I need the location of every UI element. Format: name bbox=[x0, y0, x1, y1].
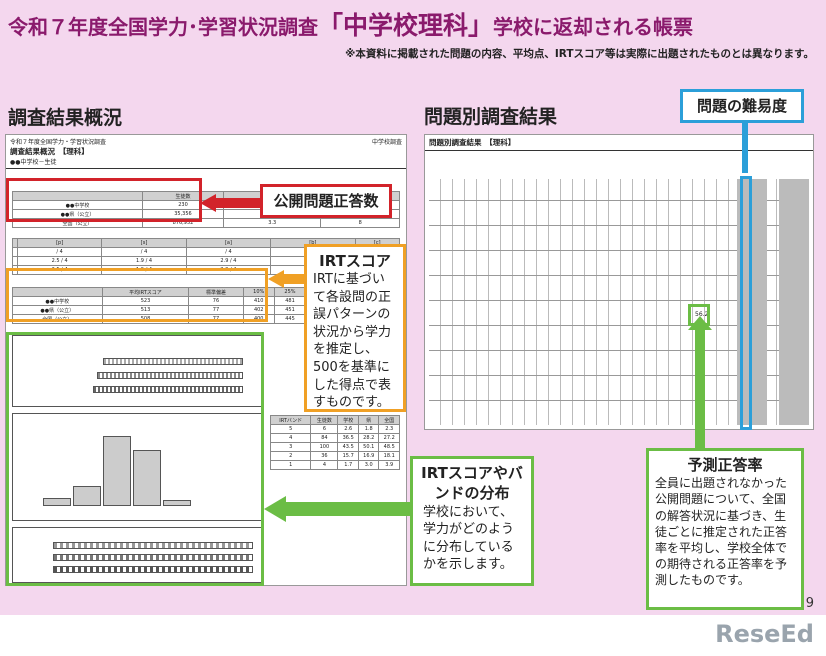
arrow-green-icon bbox=[264, 496, 286, 522]
distribution-highlight bbox=[6, 332, 264, 586]
difficulty-highlight bbox=[740, 176, 752, 430]
summary-report-header: 令和７年度全国学力・学習状況調査 中学校調査 調査結果概況 【理科】 ●●中学校… bbox=[6, 135, 406, 169]
band-table: IRTバンド 生徒数 学校県全国 5 6 2.6 1.8 2.3 4 84 36.5 28.2 27… bbox=[269, 415, 400, 470]
irt-score-highlight bbox=[6, 268, 268, 322]
page-title: 令和７年度全国学力･学習状況調査「中学校理科」学校に返却される帳票 bbox=[8, 11, 694, 40]
distribution-callout: IRTスコアやバンドの分布 学校において、学力がどのように分布しているかを示しま… bbox=[410, 456, 534, 586]
item-report-sheet: 問題別調査結果 【理科】 56.2 bbox=[424, 134, 814, 430]
logo: ReseEd bbox=[715, 620, 814, 648]
arrow-green-up-body bbox=[695, 324, 705, 454]
right-section-title: 問題別調査結果 bbox=[424, 106, 558, 128]
disclaimer-note: ※本資料に掲載された問題の内容、平均点、IRTスコア等は実際に出題されたものとは… bbox=[345, 48, 814, 60]
shaded-column-2 bbox=[779, 179, 809, 425]
arrow-orange-icon bbox=[268, 270, 284, 288]
public-correct-callout: 公開問題正答数 bbox=[260, 184, 392, 219]
left-section-title: 調査結果概況 bbox=[8, 107, 123, 129]
page-number: 9 bbox=[805, 596, 814, 611]
difficulty-callout: 問題の難易度 bbox=[680, 89, 804, 124]
item-report-header: 問題別調査結果 【理科】 bbox=[425, 135, 813, 151]
footer-band bbox=[0, 615, 826, 656]
public-correct-highlight bbox=[6, 178, 202, 222]
arrow-orange-body bbox=[283, 274, 305, 284]
arrow-red-body bbox=[214, 198, 260, 208]
predicted-rate-callout: 予測正答率 全員に出題されなかった公開問題について、全国の解答状況に基づき、生徒… bbox=[646, 448, 804, 610]
irt-score-callout: IRTスコア IRTに基づいて各設問の正誤パターンの状況から学力を推定し、500… bbox=[304, 244, 406, 412]
arrow-green-body bbox=[285, 502, 411, 516]
